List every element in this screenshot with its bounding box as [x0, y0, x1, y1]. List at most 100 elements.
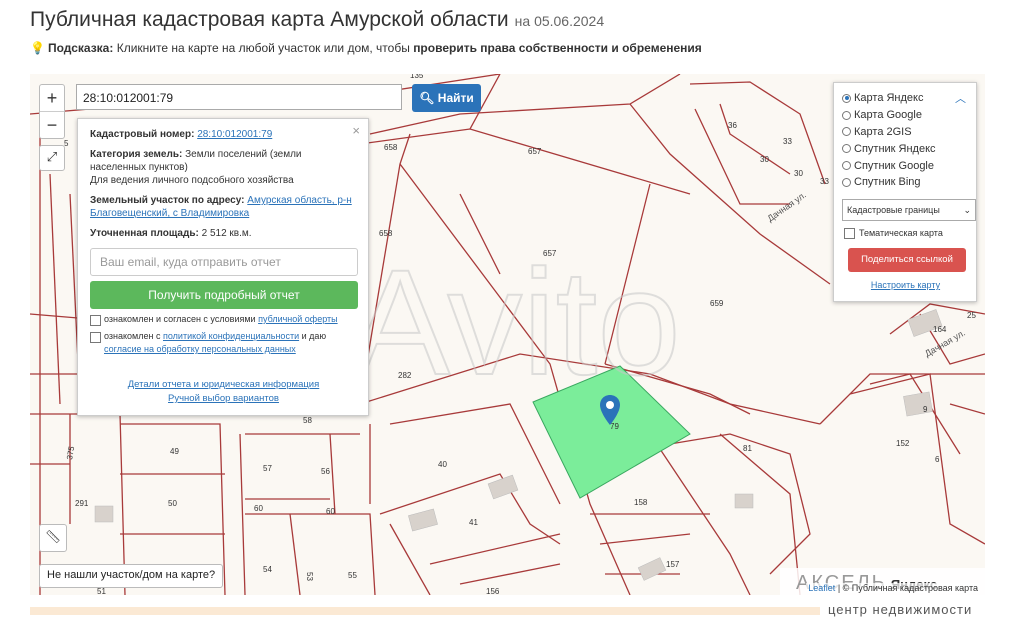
radio-icon[interactable]: [842, 110, 851, 120]
parcel-label: 60: [254, 504, 263, 513]
share-link-button[interactable]: Поделиться ссылкой: [848, 247, 966, 272]
chevron-up-icon[interactable]: ︿: [955, 90, 966, 106]
zoom-out-button[interactable]: −: [40, 112, 64, 138]
search-button-label: Найти: [437, 91, 474, 105]
parcel-label: 6: [935, 455, 940, 464]
radio-icon[interactable]: [842, 161, 851, 171]
parcel-label: 657: [543, 249, 557, 258]
email-field[interactable]: Ваш email, куда отправить отчет: [90, 248, 358, 276]
zoom-in-button[interactable]: +: [40, 85, 64, 112]
layer-option[interactable]: Спутник Bing: [842, 174, 969, 191]
parcel-label: 156: [486, 587, 500, 595]
ruler-icon[interactable]: 📏︎: [39, 524, 67, 552]
offer-link[interactable]: публичной оферты: [258, 314, 338, 324]
parcel-label: 659: [710, 299, 724, 308]
parcel-label: 33: [820, 177, 829, 186]
consent-offer-checkbox[interactable]: [90, 315, 101, 326]
consent-privacy-row: ознакомлен с политикой конфиденциальност…: [90, 330, 357, 356]
not-found-button[interactable]: Не нашли участок/дом на карте?: [39, 564, 224, 588]
consent-offer-row: ознакомлен и согласен с условиями публич…: [90, 313, 357, 326]
leaflet-link[interactable]: Leaflet: [808, 583, 835, 593]
layer-option-label: Спутник Яндекс: [854, 142, 936, 155]
parcel-label: 164: [933, 325, 947, 334]
layer-option[interactable]: Спутник Яндекс: [842, 140, 969, 157]
parcel-label: 54: [263, 565, 272, 574]
land-usage: Для ведения личного подсобного хозяйства: [90, 175, 294, 186]
street-label: Дачная ул.: [765, 190, 808, 224]
parcel-label: 58: [303, 416, 312, 425]
hint-line: 💡 Подсказка: Кликните на карте на любой у…: [30, 41, 702, 55]
close-icon[interactable]: ×: [352, 123, 360, 138]
parcel-label: 658: [384, 143, 398, 152]
privacy-policy-link[interactable]: политикой конфиденциальности: [163, 331, 299, 341]
layer-option[interactable]: Спутник Google: [842, 157, 969, 174]
radio-icon[interactable]: [842, 93, 851, 103]
parcel-label: 152: [896, 439, 910, 448]
layer-option[interactable]: Карта Яндекс: [842, 90, 969, 107]
layer-option-label: Карта 2GIS: [854, 125, 912, 138]
chevron-down-icon: ⌄: [963, 204, 971, 215]
page-title: Публичная кадастровая карта Амурской обл…: [30, 8, 605, 31]
radio-icon[interactable]: [842, 127, 851, 137]
overlay-select[interactable]: Кадастровые границы ⌄: [842, 198, 976, 221]
parcel-label: 282: [398, 371, 412, 380]
avito-watermark: Avito: [350, 238, 681, 406]
layer-option[interactable]: Карта Google: [842, 107, 969, 124]
parcel-label: 56: [321, 467, 330, 476]
parcel-label: 51: [97, 587, 106, 595]
parcel-label: 375: [65, 445, 76, 460]
lightbulb-icon: 💡: [30, 41, 45, 55]
parcel-label: 658: [379, 229, 393, 238]
parcel-label: 60: [326, 507, 335, 516]
area-label: Уточненная площадь:: [90, 228, 199, 239]
parcel-label: 81: [743, 444, 752, 453]
consent-privacy-mid: и даю: [301, 331, 327, 341]
parcel-label: 40: [438, 460, 447, 469]
cadastral-number-link[interactable]: 28:10:012001:79: [197, 129, 272, 140]
parcel-label: 36: [728, 121, 737, 130]
radio-icon[interactable]: [842, 177, 851, 187]
get-report-button[interactable]: Получить подробный отчет: [90, 281, 358, 309]
layer-option-label: Спутник Google: [854, 159, 934, 172]
zoom-control: + −: [39, 84, 65, 139]
thematic-map-checkbox[interactable]: [844, 227, 855, 239]
radio-icon[interactable]: [842, 144, 851, 154]
search-button[interactable]: 🔍︎ Найти: [412, 84, 481, 112]
layer-option-label: Спутник Bing: [854, 176, 921, 189]
map-layers-panel: ︿ Карта Яндекс Карта Google Карта 2GIS С…: [833, 82, 977, 302]
parcel-label: 30: [794, 169, 803, 178]
page-date: на 05.06.2024: [514, 13, 605, 29]
fullscreen-icon[interactable]: ⤢: [39, 145, 65, 171]
brand-subtitle: центр недвижимости: [828, 602, 973, 617]
parcel-label: 53: [305, 572, 314, 581]
parcel-label: 157: [666, 560, 680, 569]
report-details-link[interactable]: Детали отчета и юридическая информация: [128, 379, 320, 390]
cadastral-label: Кадастровый номер:: [90, 129, 195, 140]
cadastral-search-input[interactable]: 28:10:012001:79: [76, 84, 402, 110]
hint-label: Подсказка:: [47, 41, 114, 55]
cadastral-map[interactable]: Avito 5 135 658 657 36 33 30 33 30 658 6…: [30, 74, 985, 595]
location-pin-icon[interactable]: [599, 394, 621, 426]
thematic-map-row[interactable]: Тематическая карта: [842, 227, 969, 239]
parcel-label: 657: [528, 147, 542, 156]
data-processing-link[interactable]: согласие на обработку персональных данны…: [104, 344, 296, 354]
layer-option[interactable]: Карта 2GIS: [842, 124, 969, 141]
parcel-label: 50: [168, 499, 177, 508]
parcel-label: 30: [760, 155, 769, 164]
thematic-map-label: Тематическая карта: [859, 228, 943, 239]
address-label: Земельный участок по адресу:: [90, 195, 245, 206]
area-value: 2 512 кв.м.: [201, 228, 252, 239]
map-attribution: Leaflet | © Публичная кадастровая карта: [806, 583, 980, 593]
hint-bold: проверить права собственности и обремене…: [413, 41, 702, 55]
map-settings-link[interactable]: Настроить карту: [842, 280, 969, 290]
consent-offer-text: ознакомлен и согласен с условиями: [104, 314, 256, 324]
parcel-label: 9: [923, 405, 928, 414]
consent-privacy-text: ознакомлен с: [104, 331, 161, 341]
parcel-label: 291: [75, 499, 89, 508]
layer-option-label: Карта Google: [854, 109, 922, 122]
attribution-text: | © Публичная кадастровая карта: [837, 583, 978, 593]
manual-selection-link[interactable]: Ручной выбор вариантов: [168, 393, 279, 404]
consent-privacy-checkbox[interactable]: [90, 332, 101, 343]
parcel-label: 57: [263, 464, 272, 473]
parcel-label: 55: [348, 571, 357, 580]
